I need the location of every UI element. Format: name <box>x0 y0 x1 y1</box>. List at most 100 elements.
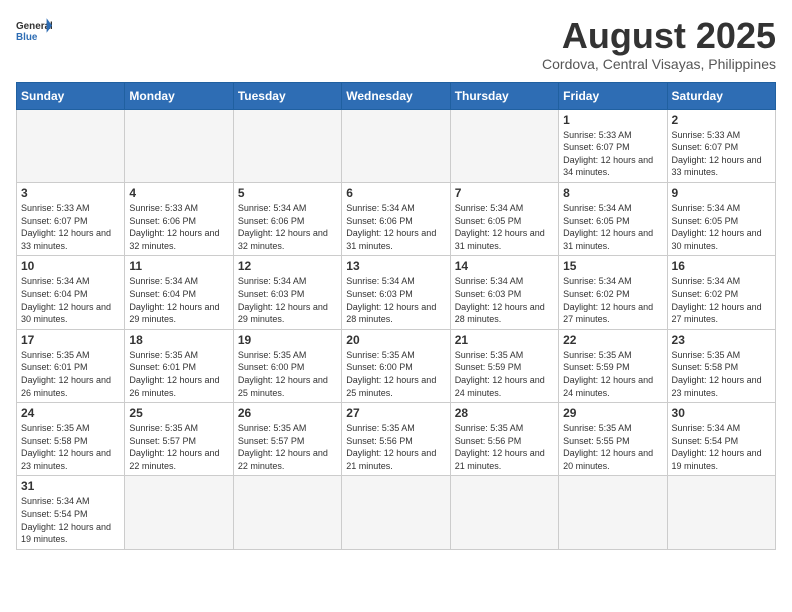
day-info: Sunrise: 5:34 AM Sunset: 5:54 PM Dayligh… <box>672 422 771 472</box>
day-number: 27 <box>346 406 445 420</box>
day-number: 4 <box>129 186 228 200</box>
day-number: 17 <box>21 333 120 347</box>
day-info: Sunrise: 5:35 AM Sunset: 5:55 PM Dayligh… <box>563 422 662 472</box>
calendar-cell: 22Sunrise: 5:35 AM Sunset: 5:59 PM Dayli… <box>559 329 667 402</box>
weekday-header-thursday: Thursday <box>450 82 558 109</box>
day-info: Sunrise: 5:34 AM Sunset: 6:04 PM Dayligh… <box>21 275 120 325</box>
calendar-cell <box>450 476 558 549</box>
calendar-cell: 27Sunrise: 5:35 AM Sunset: 5:56 PM Dayli… <box>342 403 450 476</box>
day-info: Sunrise: 5:35 AM Sunset: 5:58 PM Dayligh… <box>21 422 120 472</box>
calendar-cell <box>450 109 558 182</box>
day-info: Sunrise: 5:35 AM Sunset: 6:01 PM Dayligh… <box>21 349 120 399</box>
calendar-cell: 4 Sunrise: 5:33 AM Sunset: 6:06 PM Daylig… <box>125 182 233 255</box>
day-number: 10 <box>21 259 120 273</box>
calendar-cell: 31Sunrise: 5:34 AM Sunset: 5:54 PM Dayli… <box>17 476 125 549</box>
day-info: Sunrise: 5:35 AM Sunset: 5:58 PM Dayligh… <box>672 349 771 399</box>
day-number: 24 <box>21 406 120 420</box>
day-number: 21 <box>455 333 554 347</box>
calendar-cell <box>125 476 233 549</box>
calendar-week-row: 1Sunrise: 5:33 AM Sunset: 6:07 PM Daylig… <box>17 109 776 182</box>
day-info: Sunrise: 5:34 AM Sunset: 6:05 PM Dayligh… <box>455 202 554 252</box>
weekday-header-wednesday: Wednesday <box>342 82 450 109</box>
calendar-cell: 3Sunrise: 5:33 AM Sunset: 6:07 PM Daylig… <box>17 182 125 255</box>
calendar-cell: 2 Sunrise: 5:33 AM Sunset: 6:07 PM Daylig… <box>667 109 775 182</box>
generalblue-logo-icon: General Blue <box>16 16 52 44</box>
day-info: Sunrise: 5:35 AM Sunset: 6:00 PM Dayligh… <box>346 349 445 399</box>
day-number: 9 <box>672 186 771 200</box>
calendar-cell: 7 Sunrise: 5:34 AM Sunset: 6:05 PM Daylig… <box>450 182 558 255</box>
day-info: Sunrise: 5:34 AM Sunset: 6:06 PM Dayligh… <box>238 202 337 252</box>
calendar-cell: 10 Sunrise: 5:34 AM Sunset: 6:04 PM Dayli… <box>17 256 125 329</box>
day-info: Sunrise: 5:35 AM Sunset: 6:01 PM Dayligh… <box>129 349 228 399</box>
day-info: Sunrise: 5:34 AM Sunset: 6:06 PM Dayligh… <box>346 202 445 252</box>
svg-text:Blue: Blue <box>16 32 38 43</box>
day-number: 5 <box>238 186 337 200</box>
day-number: 11 <box>129 259 228 273</box>
day-info: Sunrise: 5:34 AM Sunset: 6:03 PM Dayligh… <box>346 275 445 325</box>
calendar-cell <box>125 109 233 182</box>
day-info: Sunrise: 5:34 AM Sunset: 6:04 PM Dayligh… <box>129 275 228 325</box>
calendar-week-row: 3Sunrise: 5:33 AM Sunset: 6:07 PM Daylig… <box>17 182 776 255</box>
day-info: Sunrise: 5:34 AM Sunset: 6:03 PM Dayligh… <box>455 275 554 325</box>
day-number: 23 <box>672 333 771 347</box>
title-section: August 2025 Cordova, Central Visayas, Ph… <box>542 16 776 72</box>
calendar-cell: 6Sunrise: 5:34 AM Sunset: 6:06 PM Daylig… <box>342 182 450 255</box>
day-number: 3 <box>21 186 120 200</box>
day-number: 15 <box>563 259 662 273</box>
calendar-cell: 24 Sunrise: 5:35 AM Sunset: 5:58 PM Dayli… <box>17 403 125 476</box>
day-info: Sunrise: 5:33 AM Sunset: 6:07 PM Dayligh… <box>672 129 771 179</box>
calendar-cell: 12 Sunrise: 5:34 AM Sunset: 6:03 PM Dayli… <box>233 256 341 329</box>
calendar-week-row: 31Sunrise: 5:34 AM Sunset: 5:54 PM Dayli… <box>17 476 776 549</box>
calendar-cell: 16Sunrise: 5:34 AM Sunset: 6:02 PM Dayli… <box>667 256 775 329</box>
day-info: Sunrise: 5:33 AM Sunset: 6:06 PM Dayligh… <box>129 202 228 252</box>
calendar-cell <box>233 476 341 549</box>
day-info: Sunrise: 5:34 AM Sunset: 6:02 PM Dayligh… <box>563 275 662 325</box>
calendar-cell: 1Sunrise: 5:33 AM Sunset: 6:07 PM Daylig… <box>559 109 667 182</box>
day-number: 2 <box>672 113 771 127</box>
day-info: Sunrise: 5:35 AM Sunset: 5:56 PM Dayligh… <box>455 422 554 472</box>
calendar-cell <box>17 109 125 182</box>
day-number: 26 <box>238 406 337 420</box>
calendar-cell: 26 Sunrise: 5:35 AM Sunset: 5:57 PM Dayli… <box>233 403 341 476</box>
day-info: Sunrise: 5:35 AM Sunset: 5:59 PM Dayligh… <box>563 349 662 399</box>
day-number: 29 <box>563 406 662 420</box>
calendar-cell: 23 Sunrise: 5:35 AM Sunset: 5:58 PM Dayli… <box>667 329 775 402</box>
day-info: Sunrise: 5:35 AM Sunset: 6:00 PM Dayligh… <box>238 349 337 399</box>
calendar-cell <box>667 476 775 549</box>
day-info: Sunrise: 5:35 AM Sunset: 5:59 PM Dayligh… <box>455 349 554 399</box>
weekday-header-tuesday: Tuesday <box>233 82 341 109</box>
day-info: Sunrise: 5:34 AM Sunset: 6:05 PM Dayligh… <box>563 202 662 252</box>
day-number: 8 <box>563 186 662 200</box>
day-info: Sunrise: 5:34 AM Sunset: 6:05 PM Dayligh… <box>672 202 771 252</box>
calendar-week-row: 17 Sunrise: 5:35 AM Sunset: 6:01 PM Dayli… <box>17 329 776 402</box>
day-info: Sunrise: 5:34 AM Sunset: 6:03 PM Dayligh… <box>238 275 337 325</box>
calendar-cell: 18Sunrise: 5:35 AM Sunset: 6:01 PM Dayli… <box>125 329 233 402</box>
calendar-cell <box>342 476 450 549</box>
day-info: Sunrise: 5:35 AM Sunset: 5:57 PM Dayligh… <box>129 422 228 472</box>
calendar-cell <box>233 109 341 182</box>
day-info: Sunrise: 5:34 AM Sunset: 6:02 PM Dayligh… <box>672 275 771 325</box>
page-header: General Blue August 2025 Cordova, Centra… <box>16 16 776 72</box>
calendar-table: SundayMondayTuesdayWednesdayThursdayFrid… <box>16 82 776 550</box>
day-number: 7 <box>455 186 554 200</box>
day-info: Sunrise: 5:35 AM Sunset: 5:57 PM Dayligh… <box>238 422 337 472</box>
weekday-header-saturday: Saturday <box>667 82 775 109</box>
location-subtitle: Cordova, Central Visayas, Philippines <box>542 56 776 72</box>
weekday-header-friday: Friday <box>559 82 667 109</box>
day-number: 25 <box>129 406 228 420</box>
day-number: 12 <box>238 259 337 273</box>
calendar-cell: 25 Sunrise: 5:35 AM Sunset: 5:57 PM Dayli… <box>125 403 233 476</box>
calendar-week-row: 24 Sunrise: 5:35 AM Sunset: 5:58 PM Dayli… <box>17 403 776 476</box>
day-number: 20 <box>346 333 445 347</box>
weekday-header-row: SundayMondayTuesdayWednesdayThursdayFrid… <box>17 82 776 109</box>
calendar-cell: 21 Sunrise: 5:35 AM Sunset: 5:59 PM Dayli… <box>450 329 558 402</box>
calendar-cell: 17 Sunrise: 5:35 AM Sunset: 6:01 PM Dayli… <box>17 329 125 402</box>
calendar-cell: 13Sunrise: 5:34 AM Sunset: 6:03 PM Dayli… <box>342 256 450 329</box>
calendar-cell: 11 Sunrise: 5:34 AM Sunset: 6:04 PM Dayli… <box>125 256 233 329</box>
calendar-cell: 28 Sunrise: 5:35 AM Sunset: 5:56 PM Dayli… <box>450 403 558 476</box>
day-number: 28 <box>455 406 554 420</box>
calendar-cell: 19Sunrise: 5:35 AM Sunset: 6:00 PM Dayli… <box>233 329 341 402</box>
day-info: Sunrise: 5:34 AM Sunset: 5:54 PM Dayligh… <box>21 495 120 545</box>
calendar-cell: 30Sunrise: 5:34 AM Sunset: 5:54 PM Dayli… <box>667 403 775 476</box>
weekday-header-sunday: Sunday <box>17 82 125 109</box>
